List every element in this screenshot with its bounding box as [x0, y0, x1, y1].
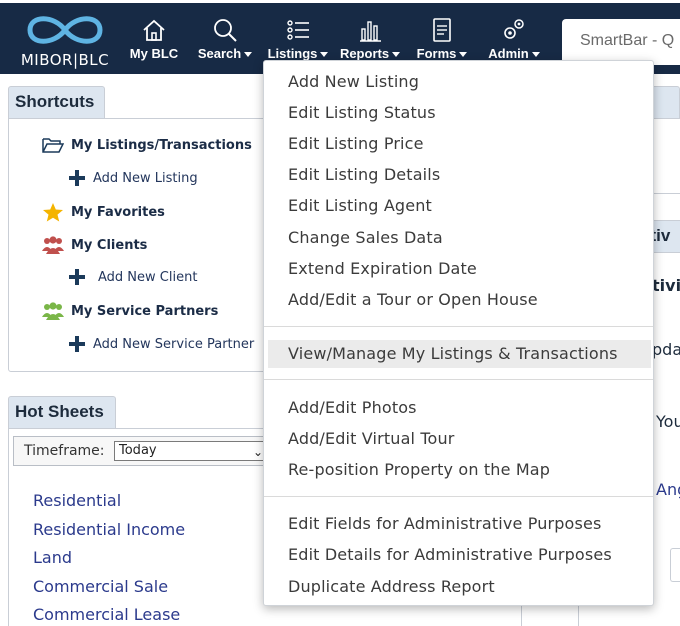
nav-label-reports: Reports: [339, 46, 390, 61]
home-icon: [143, 19, 165, 41]
shortcut-label: My Listings/Transactions: [71, 137, 252, 153]
menu-item-extend-expiration-date[interactable]: Extend Expiration Date: [264, 255, 653, 283]
nav-listings[interactable]: Listings: [266, 17, 330, 65]
menu-item-view-manage-listings[interactable]: View/Manage My Listings & Transactions: [268, 340, 651, 368]
document-icon: [433, 18, 451, 42]
shortcut-label: Add New Listing: [93, 170, 198, 186]
timeframe-value: Today: [119, 443, 157, 458]
shortcut-add-new-service-partner[interactable]: Add New Service Partner: [68, 335, 254, 353]
menu-item-edit-fields-admin[interactable]: Edit Fields for Administrative Purposes: [264, 510, 653, 538]
right-partial-text: tivi: [652, 276, 680, 295]
timeframe-label: Timeframe:: [24, 443, 105, 459]
mibor-blc-logo[interactable]: MIBOR|BLC: [14, 11, 116, 73]
logo-text: MIBOR|BLC: [20, 51, 110, 69]
plus-icon: [69, 269, 85, 285]
menu-item-edit-listing-agent[interactable]: Edit Listing Agent: [264, 192, 653, 220]
shortcut-label: Add New Client: [98, 269, 198, 285]
nav-reports[interactable]: Reports: [338, 17, 402, 65]
hot-sheet-link-land[interactable]: Land: [33, 548, 72, 567]
smartbar-input[interactable]: SmartBar - Q: [562, 19, 680, 65]
shortcuts-tab[interactable]: Shortcuts: [8, 86, 105, 118]
chevron-down-icon: ⌄: [252, 445, 263, 459]
users-icon: [42, 236, 64, 254]
shortcut-add-new-client[interactable]: Add New Client: [68, 268, 197, 286]
gears-icon: [504, 19, 524, 39]
nav-label-admin: Admin: [488, 46, 529, 61]
menu-item-edit-listing-details[interactable]: Edit Listing Details: [264, 161, 653, 189]
chevron-down-icon: [392, 52, 401, 58]
shortcut-my-listings[interactable]: My Listings/Transactions: [42, 136, 252, 154]
shortcut-label: My Favorites: [71, 204, 165, 220]
menu-divider: [264, 496, 653, 497]
chevron-down-icon: [531, 52, 540, 58]
shortcut-my-clients[interactable]: My Clients: [42, 235, 147, 255]
menu-item-duplicate-address-report[interactable]: Duplicate Address Report: [264, 573, 653, 601]
timeframe-box: Timeframe: Today ⌄: [13, 436, 273, 466]
listings-dropdown-menu: Add New Listing Edit Listing Status Edit…: [263, 60, 654, 606]
menu-item-change-sales-data[interactable]: Change Sales Data: [264, 224, 653, 252]
shortcut-label: My Clients: [71, 237, 148, 253]
nav-label-listings: Listings: [267, 46, 318, 61]
menu-item-add-edit-photos[interactable]: Add/Edit Photos: [264, 394, 653, 422]
nav-label-forms: Forms: [416, 46, 457, 61]
shortcut-my-favorites[interactable]: My Favorites: [42, 202, 165, 222]
plus-icon: [69, 336, 85, 352]
hot-sheets-tab[interactable]: Hot Sheets: [8, 396, 116, 428]
bar-chart-icon: [360, 21, 381, 42]
users-icon: [42, 302, 64, 320]
hot-sheet-link-commercial-lease[interactable]: Commercial Lease: [33, 605, 180, 624]
hot-sheet-link-residential[interactable]: Residential: [33, 491, 121, 510]
hot-sheet-link-residential-income[interactable]: Residential Income: [33, 520, 185, 539]
hot-sheet-link-commercial-sale[interactable]: Commercial Sale: [33, 577, 168, 596]
chevron-down-icon: [244, 52, 253, 58]
menu-item-reposition-property[interactable]: Re-position Property on the Map: [264, 456, 653, 484]
menu-item-add-edit-tour-open-house[interactable]: Add/Edit a Tour or Open House: [264, 286, 653, 314]
folder-open-icon: [42, 138, 64, 153]
nav-forms[interactable]: Forms: [414, 17, 470, 65]
right-partial-text: You: [656, 412, 680, 431]
nav-label-my-blc: My BLC: [129, 46, 179, 61]
nav-search[interactable]: Search: [194, 17, 256, 65]
chevron-down-icon: [320, 52, 329, 58]
menu-divider: [264, 326, 653, 327]
list-icon: [287, 20, 309, 40]
nav-my-blc[interactable]: My BLC: [128, 17, 180, 65]
shortcut-add-new-listing[interactable]: Add New Listing: [68, 169, 198, 187]
timeframe-select[interactable]: Today ⌄: [114, 441, 270, 461]
menu-item-edit-details-admin[interactable]: Edit Details for Administrative Purposes: [264, 541, 653, 569]
menu-item-edit-listing-price[interactable]: Edit Listing Price: [264, 130, 653, 158]
nav-admin[interactable]: Admin: [484, 17, 544, 65]
right-partial-input[interactable]: [670, 548, 680, 582]
menu-item-edit-listing-status[interactable]: Edit Listing Status: [264, 99, 653, 127]
right-partial-link[interactable]: Ang: [656, 480, 680, 499]
star-icon: [43, 203, 63, 222]
chevron-down-icon: [459, 52, 468, 58]
right-partial-text: pdat: [652, 340, 680, 359]
nav-label-search: Search: [197, 46, 242, 61]
menu-item-add-edit-virtual-tour[interactable]: Add/Edit Virtual Tour: [264, 425, 653, 453]
plus-icon: [69, 170, 85, 186]
infinity-logo-icon: [27, 16, 103, 44]
search-icon: [214, 19, 237, 42]
shortcut-label: Add New Service Partner: [93, 336, 255, 352]
menu-divider: [264, 379, 653, 380]
shortcut-my-service-partners[interactable]: My Service Partners: [42, 301, 218, 321]
menu-item-add-new-listing[interactable]: Add New Listing: [264, 68, 653, 96]
shortcut-label: My Service Partners: [71, 303, 219, 319]
